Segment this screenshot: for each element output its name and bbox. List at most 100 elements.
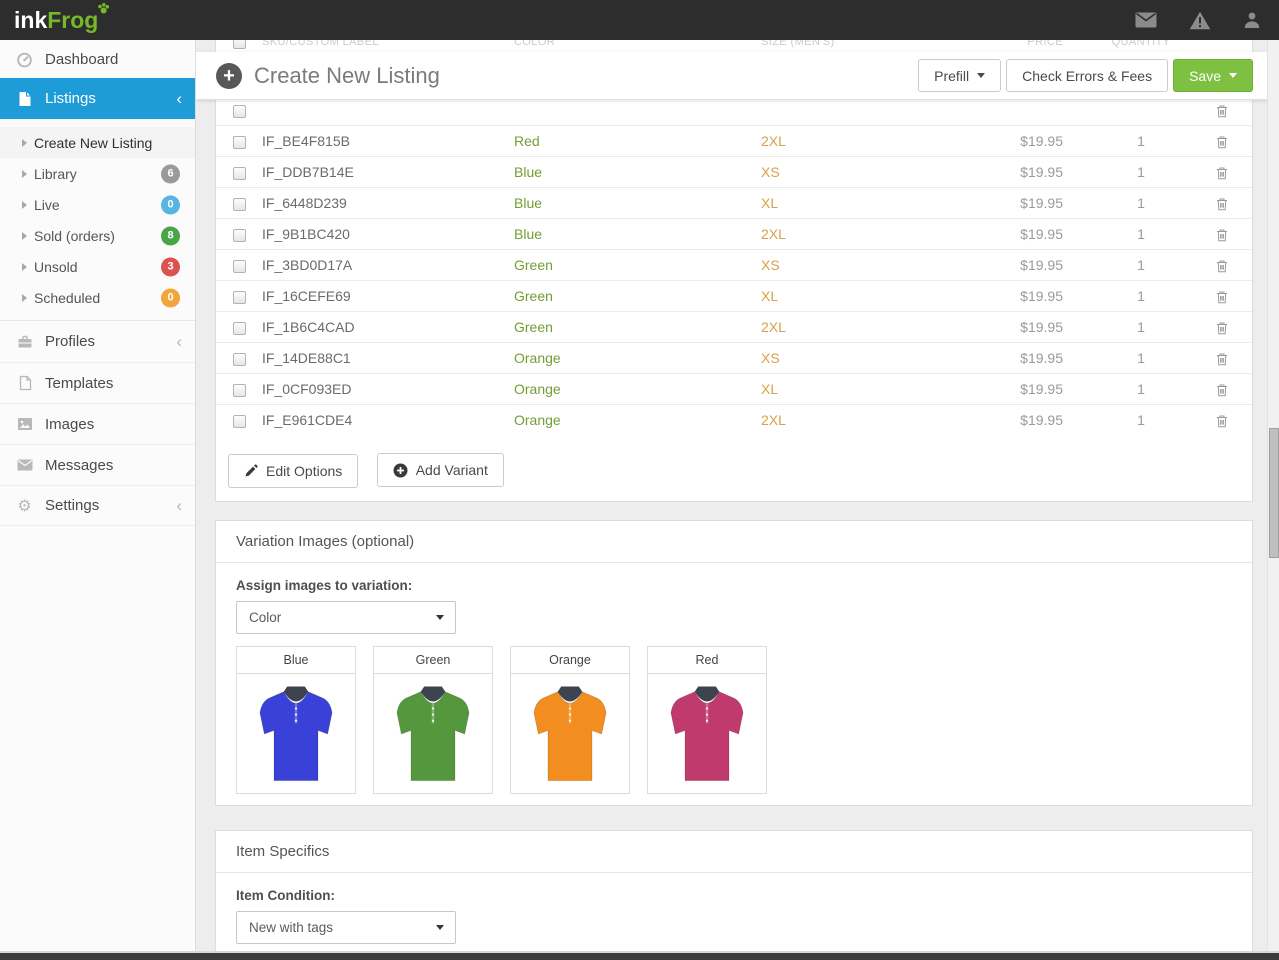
color-link[interactable]: Blue — [514, 195, 542, 211]
mail-icon[interactable] — [1135, 12, 1157, 28]
size-link[interactable]: 2XL — [761, 133, 786, 149]
color-link[interactable]: Green — [514, 319, 553, 335]
sidebar-subitem[interactable]: Unsold 3 — [0, 251, 195, 282]
sku-cell: IF_DDB7B14E — [252, 164, 504, 180]
sidebar-subitem[interactable]: Library 6 — [0, 158, 195, 189]
row-checkbox[interactable] — [233, 353, 246, 366]
size-link[interactable]: XL — [761, 288, 778, 304]
file-outline-icon — [16, 375, 33, 392]
vertical-scrollbar[interactable] — [1267, 40, 1279, 960]
price-cell: $19.95 — [1001, 319, 1091, 335]
frog-foot-icon — [97, 3, 110, 16]
table-row: IF_6448D239 Blue XL $19.95 1 — [216, 187, 1252, 218]
size-link[interactable]: 2XL — [761, 319, 786, 335]
color-link[interactable]: Blue — [514, 226, 542, 242]
sidebar-item-dashboard[interactable]: Dashboard — [0, 40, 195, 78]
table-row: IF_0CF093ED Orange XL $19.95 1 — [216, 373, 1252, 404]
delete-icon[interactable] — [1216, 383, 1228, 397]
size-link[interactable]: 2XL — [761, 226, 786, 242]
size-link[interactable]: XS — [761, 350, 780, 366]
save-button[interactable]: Save — [1173, 59, 1253, 92]
caret-right-icon — [22, 170, 27, 178]
variation-select[interactable]: Color — [236, 601, 456, 634]
color-link[interactable]: Orange — [514, 381, 561, 397]
size-link[interactable]: XS — [761, 164, 780, 180]
variation-select-value: Color — [249, 610, 281, 625]
sidebar-item-profiles[interactable]: Profiles ‹ — [0, 321, 195, 362]
item-condition-value: New with tags — [249, 920, 333, 935]
sidebar-subitem[interactable]: Scheduled 0 — [0, 282, 195, 313]
variation-image-card[interactable]: Green — [373, 646, 493, 794]
row-checkbox[interactable] — [233, 229, 246, 242]
row-checkbox[interactable] — [233, 384, 246, 397]
color-link[interactable]: Orange — [514, 412, 561, 428]
chevron-down-icon — [977, 73, 985, 78]
delete-icon[interactable] — [1216, 290, 1228, 304]
color-link[interactable]: Green — [514, 288, 553, 304]
row-checkbox[interactable] — [233, 105, 246, 118]
variation-card-label: Orange — [511, 647, 629, 674]
sidebar-subitem[interactable]: Create New Listing — [0, 127, 195, 158]
variation-cards: Blue — [236, 646, 1232, 794]
sku-cell: IF_1B6C4CAD — [252, 319, 504, 335]
sidebar-subitem[interactable]: Sold (orders) 8 — [0, 220, 195, 251]
row-checkbox[interactable] — [233, 167, 246, 180]
delete-icon[interactable] — [1216, 166, 1228, 180]
color-link[interactable]: Red — [514, 133, 540, 149]
check-errors-label: Check Errors & Fees — [1022, 68, 1152, 84]
check-errors-fees-button[interactable]: Check Errors & Fees — [1006, 59, 1168, 92]
item-condition-select[interactable]: New with tags — [236, 911, 456, 944]
envelope-icon — [16, 457, 33, 474]
delete-icon[interactable] — [1216, 352, 1228, 366]
quantity-cell: 1 — [1091, 319, 1191, 335]
delete-icon[interactable] — [1216, 414, 1228, 428]
color-link[interactable]: Orange — [514, 350, 561, 366]
bottom-scrollbar[interactable] — [0, 951, 1279, 960]
listings-submenu: Create New Listing Library 6 Live 0 — [0, 119, 195, 321]
prefill-button[interactable]: Prefill — [918, 59, 1001, 92]
user-icon[interactable] — [1243, 11, 1261, 29]
sku-cell: IF_E961CDE4 — [252, 412, 504, 428]
plus-circle-icon: + — [216, 63, 242, 89]
delete-icon[interactable] — [1216, 104, 1228, 118]
size-link[interactable]: XL — [761, 195, 778, 211]
variation-image-card[interactable]: Red — [647, 646, 767, 794]
size-link[interactable]: 2XL — [761, 412, 786, 428]
size-link[interactable]: XS — [761, 257, 780, 273]
sidebar-subitem-label: Live — [34, 197, 60, 213]
sidebar-subitem[interactable]: Live 0 — [0, 189, 195, 220]
polo-shirt-image — [526, 681, 614, 787]
color-link[interactable]: Blue — [514, 164, 542, 180]
row-checkbox[interactable] — [233, 136, 246, 149]
delete-icon[interactable] — [1216, 135, 1228, 149]
sidebar-item-messages[interactable]: Messages — [0, 444, 195, 485]
sidebar-item-images[interactable]: Images — [0, 403, 195, 444]
delete-icon[interactable] — [1216, 197, 1228, 211]
add-variant-button[interactable]: Add Variant — [377, 453, 504, 487]
row-checkbox[interactable] — [233, 322, 246, 335]
inkfrog-logo[interactable]: inkFrog — [14, 0, 98, 40]
variation-image-card[interactable]: Orange — [510, 646, 630, 794]
delete-icon[interactable] — [1216, 259, 1228, 273]
delete-icon[interactable] — [1216, 321, 1228, 335]
delete-icon[interactable] — [1216, 228, 1228, 242]
color-link[interactable]: Green — [514, 257, 553, 273]
topbar: inkFrog — [0, 0, 1279, 40]
sidebar-subitem-label: Sold (orders) — [34, 228, 115, 244]
row-checkbox[interactable] — [233, 415, 246, 428]
alert-icon[interactable] — [1189, 11, 1211, 30]
size-link[interactable]: XL — [761, 381, 778, 397]
row-checkbox[interactable] — [233, 260, 246, 273]
sidebar-item-listings[interactable]: Listings ‹ — [0, 78, 195, 119]
table-row: IF_9B1BC420 Blue 2XL $19.95 1 — [216, 218, 1252, 249]
edit-options-button[interactable]: Edit Options — [228, 454, 358, 488]
sidebar-item-templates[interactable]: Templates — [0, 362, 195, 403]
row-checkbox[interactable] — [233, 291, 246, 304]
row-checkbox[interactable] — [233, 198, 246, 211]
sku-cell: IF_14DE88C1 — [252, 350, 504, 366]
scrollbar-thumb[interactable] — [1269, 428, 1279, 558]
dashboard-icon — [16, 51, 33, 68]
table-row: IF_E961CDE4 Orange 2XL $19.95 1 — [216, 404, 1252, 435]
variation-image-card[interactable]: Blue — [236, 646, 356, 794]
sidebar-item-settings[interactable]: ⚙ Settings ‹ — [0, 485, 195, 526]
